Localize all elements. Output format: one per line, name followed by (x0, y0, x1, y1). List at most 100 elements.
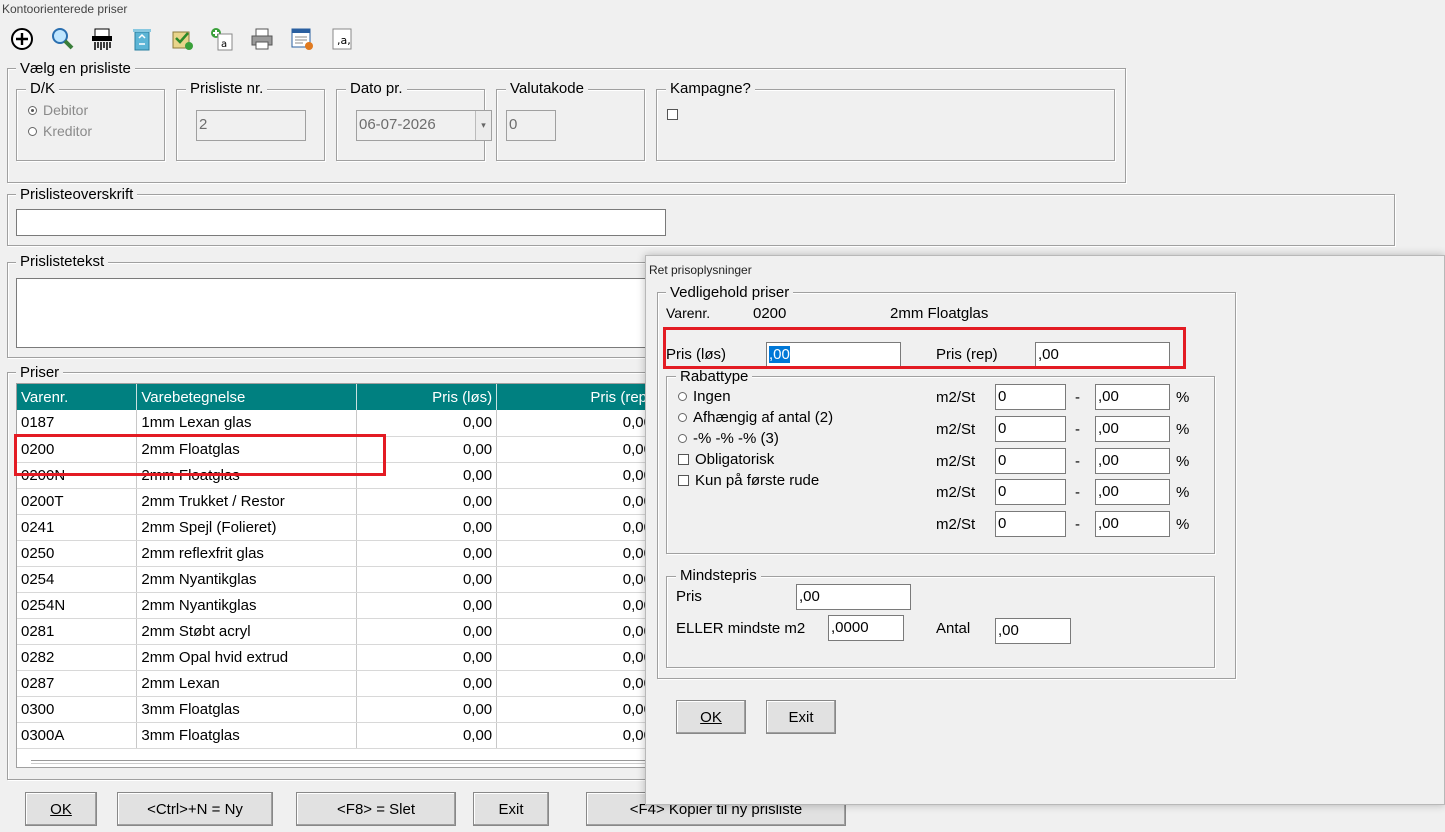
kreditor-radio[interactable]: Kreditor (28, 123, 92, 139)
dato-value: 06-07-2026 (359, 116, 436, 133)
table-row[interactable]: 0281 2mm Støbt acryl 0,00 0,00 (17, 618, 655, 645)
table-row[interactable]: 0241 2mm Spejl (Folieret) 0,00 0,00 (17, 514, 655, 541)
cell-pris-los: 0,00 (356, 592, 498, 619)
printer-icon[interactable] (249, 26, 275, 52)
table-row[interactable]: 0187 1mm Lexan glas 0,00 0,00 (17, 410, 655, 437)
cell-pris-los: 0,00 (356, 540, 498, 567)
ok-button[interactable]: OK (25, 792, 97, 826)
cell-pris-los: 0,00 (356, 696, 498, 723)
overskrift-input[interactable] (16, 209, 666, 236)
varenavn-value: 2mm Floatglas (890, 305, 989, 322)
cell-varenr: 0200 (17, 436, 138, 463)
cell-pris-rep: 0,00 (496, 592, 655, 619)
add-price-icon[interactable]: a (209, 26, 235, 52)
delete-button[interactable]: <F8> = Slet (296, 792, 456, 826)
pris-los-value: ,00 (769, 346, 790, 363)
dash: - (1075, 421, 1080, 438)
exit-button[interactable]: Exit (473, 792, 549, 826)
debitor-radio[interactable]: Debitor (28, 102, 88, 118)
cell-varebetegnelse: 2mm Spejl (Folieret) (136, 514, 358, 541)
m2st-label: m2/St (936, 516, 976, 533)
svg-text:,a,: ,a, (337, 34, 351, 47)
table-row[interactable]: 0300A 3mm Floatglas 0,00 0,00 (17, 722, 655, 749)
prisliste-nr-field[interactable]: 2 (196, 110, 306, 141)
priser-grid: Varenr. Varebetegnelse Pris (løs) Pris (… (17, 384, 655, 749)
checkbox-box (678, 475, 689, 486)
obligatorisk-checkbox[interactable]: Obligatorisk (678, 451, 774, 468)
priser-grid-frame: Varenr. Varebetegnelse Pris (løs) Pris (… (16, 383, 656, 768)
radio-dot (28, 105, 37, 115)
cell-pris-rep: 0,00 (496, 410, 655, 437)
valuta-label: Valutakode (506, 80, 588, 97)
dialog-ok-button[interactable]: OK (676, 700, 746, 734)
cell-varenr: 0187 (17, 410, 138, 437)
kampagne-checkbox[interactable] (667, 109, 678, 120)
qty-input[interactable]: 0 (995, 479, 1066, 505)
table-row[interactable]: 0200 2mm Floatglas 0,00 0,00 (17, 436, 655, 463)
rabat-option-label: -% -% -% (3) (693, 430, 779, 447)
rabat-ingen-radio[interactable]: Ingen (678, 388, 731, 405)
qty-input[interactable]: 0 (995, 511, 1066, 537)
search-icon[interactable] (49, 26, 75, 52)
table-row[interactable]: 0200N 2mm Floatglas 0,00 0,00 (17, 462, 655, 489)
qty-input[interactable]: 0 (995, 384, 1066, 410)
dialog-exit-button[interactable]: Exit (766, 700, 836, 734)
m2st-label: m2/St (936, 421, 976, 438)
discount-input[interactable]: ,00 (1095, 448, 1170, 474)
tekst-input[interactable] (16, 278, 652, 348)
cell-pris-rep: 0,00 (496, 618, 655, 645)
horizontal-scrollbar[interactable] (31, 760, 655, 764)
mindste-m2-input[interactable]: ,0000 (828, 615, 904, 641)
dato-label: Dato pr. (346, 80, 407, 97)
cell-varebetegnelse: 2mm Opal hvid extrud (136, 644, 358, 671)
discount-input[interactable]: ,00 (1095, 416, 1170, 442)
table-row[interactable]: 0282 2mm Opal hvid extrud 0,00 0,00 (17, 644, 655, 671)
svg-text:a: a (221, 39, 227, 50)
price-tag-icon[interactable]: ,a, (329, 26, 355, 52)
cell-varenr: 0200N (17, 462, 138, 489)
pris-rep-input[interactable]: ,00 (1035, 342, 1170, 368)
recycle-bin-icon[interactable] (129, 26, 155, 52)
discount-input[interactable]: ,00 (1095, 479, 1170, 505)
cell-pris-los: 0,00 (356, 488, 498, 515)
antal-input[interactable]: ,00 (995, 618, 1071, 644)
kun-forste-rude-checkbox[interactable]: Kun på første rude (678, 472, 819, 489)
chevron-down-icon[interactable]: ▾ (475, 111, 491, 140)
qty-input[interactable]: 0 (995, 448, 1066, 474)
approve-icon[interactable] (169, 26, 195, 52)
discount-input[interactable]: ,00 (1095, 384, 1170, 410)
new-button[interactable]: <Ctrl>+N = Ny (117, 792, 273, 826)
table-row[interactable]: 0287 2mm Lexan 0,00 0,00 (17, 670, 655, 697)
col-varebetegnelse[interactable]: Varebetegnelse (136, 384, 358, 410)
discount-input[interactable]: ,00 (1095, 511, 1170, 537)
grid-header-row: Varenr. Varebetegnelse Pris (løs) Pris (… (17, 384, 655, 410)
col-pris-rep[interactable]: Pris (rep) (496, 384, 655, 410)
table-row[interactable]: 0200T 2mm Trukket / Restor 0,00 0,00 (17, 488, 655, 515)
mindste-pris-input[interactable]: ,00 (796, 584, 911, 610)
qty-input[interactable]: 0 (995, 416, 1066, 442)
pris-los-label: Pris (løs) (666, 346, 726, 363)
cell-pris-los: 0,00 (356, 436, 498, 463)
table-row[interactable]: 0250 2mm reflexfrit glas 0,00 0,00 (17, 540, 655, 567)
shredder-icon[interactable] (89, 26, 115, 52)
rabat-procent-radio[interactable]: -% -% -% (3) (678, 430, 779, 447)
cell-varebetegnelse: 2mm Trukket / Restor (136, 488, 358, 515)
col-pris-los[interactable]: Pris (løs) (356, 384, 498, 410)
varenr-label: Varenr. (666, 305, 711, 321)
dk-title: D/K (26, 80, 60, 97)
add-circle-icon[interactable] (9, 26, 35, 52)
table-row[interactable]: 0254N 2mm Nyantikglas 0,00 0,00 (17, 592, 655, 619)
radio-dot (28, 126, 37, 136)
col-varenr[interactable]: Varenr. (17, 384, 138, 410)
pris-los-input[interactable]: ,00 (766, 342, 901, 368)
report-icon[interactable] (289, 26, 315, 52)
rabat-antal-radio[interactable]: Afhængig af antal (2) (678, 409, 833, 426)
cell-varenr: 0300 (17, 696, 138, 723)
table-row[interactable]: 0254 2mm Nyantikglas 0,00 0,00 (17, 566, 655, 593)
valuta-field[interactable]: 0 (506, 110, 556, 141)
cell-varebetegnelse: 2mm Nyantikglas (136, 592, 358, 619)
cell-varebetegnelse: 2mm Lexan (136, 670, 358, 697)
cell-varebetegnelse: 2mm Floatglas (136, 436, 358, 463)
table-row[interactable]: 0300 3mm Floatglas 0,00 0,00 (17, 696, 655, 723)
dato-field[interactable]: 06-07-2026 (356, 110, 492, 141)
